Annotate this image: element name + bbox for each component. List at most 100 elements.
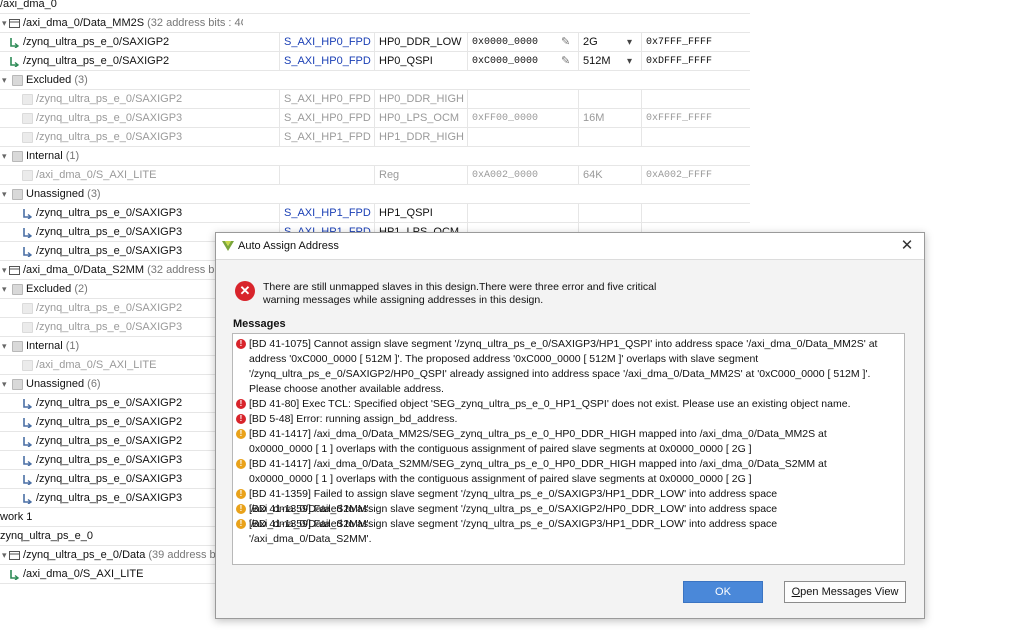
segment-name-text: Internal — [26, 150, 63, 162]
close-icon[interactable]: ✕ — [896, 233, 918, 259]
segment-row[interactable]: /zynq_ultra_ps_e_0/SAXIGP2 S_AXI_HP0_FPD H… — [0, 33, 750, 52]
excluded-row[interactable]: /zynq_ultra_ps_e_0/SAXIGP2 S_AXI_HP0_FPD H… — [0, 90, 750, 109]
folder-icon — [12, 284, 23, 295]
network-header[interactable]: /axi_dma_0 — [0, 0, 750, 14]
high-address-cell[interactable]: 0x7FFF_FFFF — [641, 33, 750, 52]
high-address-cell — [641, 128, 750, 147]
excluded-segment-icon — [22, 322, 33, 333]
unmapped-segment-icon — [22, 455, 33, 467]
excluded-row[interactable]: /zynq_ultra_ps_e_0/SAXIGP3 S_AXI_HP0_FPD H… — [0, 109, 750, 128]
segment-name-text: work 1 — [0, 511, 33, 523]
unmapped-segment-icon — [22, 436, 33, 448]
unmapped-segment-icon — [23, 418, 33, 429]
excluded-group[interactable]: ▾ Excluded (3) — [0, 71, 750, 90]
mapped-segment-icon — [10, 38, 20, 49]
unmapped-segment-icon — [22, 474, 33, 486]
dialog-title: Auto Assign Address — [238, 240, 339, 252]
expand-toggle-icon[interactable]: ▾ — [2, 280, 12, 299]
segment-name-text: /zynq_ultra_ps_e_0/SAXIGP3 — [36, 207, 183, 219]
message-item[interactable]: ! [BD 41-1075] Cannot assign slave segmen… — [236, 337, 889, 397]
mapped-segment-icon — [10, 57, 20, 68]
slave-interface-cell[interactable]: S_AXI_HP0_FPD — [279, 52, 374, 71]
message-item[interactable]: ! [BD 41-1359] Failed to assign slave seg… — [236, 517, 889, 547]
messages-list[interactable]: ! [BD 41-1075] Cannot assign slave segmen… — [232, 333, 905, 565]
segment-name: /zynq_ultra_ps_e_0/Data (39 address bits… — [23, 546, 243, 565]
segment-name-text: Internal — [26, 340, 63, 352]
segment-name-text: /zynq_ultra_ps_e_0/SAXIGP2 — [36, 302, 183, 314]
segment-name: /axi_dma_0 — [0, 0, 279, 14]
base-name-cell[interactable]: HP0_QSPI — [374, 52, 467, 71]
segment-name-text: /zynq_ultra_ps_e_0/SAXIGP3 — [36, 245, 183, 257]
edit-pencil-icon[interactable]: ✎ — [561, 52, 570, 71]
segment-name: /zynq_ultra_ps_e_0/SAXIGP3 — [36, 128, 279, 147]
folder-icon — [12, 75, 23, 86]
segment-name-text: /zynq_ultra_ps_e_0/SAXIGP2 — [36, 397, 183, 409]
message-text: [BD 41-1417] /axi_dma_0/Data_MM2S/SEG_zy… — [249, 428, 827, 455]
segment-name-text: /axi_dma_0/S_AXI_LITE — [23, 568, 144, 580]
expand-toggle-icon[interactable]: ▾ — [2, 185, 12, 204]
segment-name: /axi_dma_0/Data_S2MM (32 address bits : … — [23, 261, 243, 280]
error-icon: ! — [236, 414, 246, 424]
expand-toggle-icon[interactable]: ▾ — [2, 375, 12, 394]
base-name-cell: HP1_QSPI — [374, 204, 467, 223]
slave-interface-cell: S_AXI_HP0_FPD — [279, 90, 374, 109]
ok-button[interactable]: OK — [683, 581, 763, 603]
expand-toggle-icon[interactable]: ▾ — [2, 337, 12, 356]
segment-name: /zynq_ultra_ps_e_0/SAXIGP3 — [36, 109, 279, 128]
warning-icon: ! — [236, 489, 246, 499]
high-address-cell — [641, 204, 750, 223]
segment-name: /zynq_ultra_ps_e_0/SAXIGP2 — [36, 90, 279, 109]
segment-row[interactable]: /zynq_ultra_ps_e_0/SAXIGP2 S_AXI_HP0_FPD H… — [0, 52, 750, 71]
expand-toggle-icon[interactable]: ▾ — [2, 71, 12, 90]
unmapped-segment-icon — [22, 417, 33, 429]
slave-interface-cell[interactable]: S_AXI_HP0_FPD — [279, 33, 374, 52]
range-dropdown-icon[interactable]: ▾ — [627, 52, 632, 71]
open-messages-view-button[interactable]: Open Messages View — [784, 581, 906, 603]
base-name-cell[interactable]: HP0_DDR_LOW — [374, 33, 467, 52]
item-count: (2) — [71, 283, 88, 295]
error-icon: ✕ — [235, 281, 255, 301]
message-item[interactable]: ! [BD 41-1417] /axi_dma_0/Data_MM2S/SEG_z… — [236, 427, 889, 457]
unassigned-row[interactable]: /zynq_ultra_ps_e_0/SAXIGP3 S_AXI_HP1_FPDH… — [0, 204, 750, 223]
segment-name-text: /zynq_ultra_ps_e_0/SAXIGP2 — [36, 416, 183, 428]
offset-address-cell — [467, 128, 578, 147]
mapped-segment-icon — [10, 570, 20, 581]
message-item[interactable]: ! [BD 41-1417] /axi_dma_0/Data_S2MM/SEG_z… — [236, 457, 889, 487]
excluded-row[interactable]: /zynq_ultra_ps_e_0/SAXIGP3 S_AXI_HP1_FPD H… — [0, 128, 750, 147]
message-text: [BD 41-80] Exec TCL: Specified object 'S… — [249, 398, 851, 410]
message-item[interactable]: ! [BD 5-48] Error: running assign_bd_addr… — [236, 412, 889, 427]
message-text: [BD 41-1359] Failed to assign slave segm… — [249, 518, 778, 545]
range-dropdown-icon[interactable]: ▾ — [627, 33, 632, 52]
high-address-cell[interactable]: 0xDFFF_FFFF — [641, 52, 750, 71]
address-space-icon — [9, 19, 20, 28]
segment-name-text: /zynq_ultra_ps_e_0/SAXIGP3 — [36, 112, 183, 124]
open-messages-label: pen Messages View — [800, 586, 899, 598]
segment-name-text: Unassigned — [26, 188, 85, 200]
excluded-segment-icon — [22, 170, 33, 181]
unassigned-group[interactable]: ▾ Unassigned (3) — [0, 185, 750, 204]
segment-name-text: Excluded — [26, 74, 72, 86]
segment-name-text: /zynq_ultra_ps_e_0/SAXIGP2 — [36, 435, 183, 447]
segment-name: Internal (1) — [26, 147, 246, 166]
folder-icon — [12, 151, 23, 162]
address-space-icon — [9, 551, 20, 560]
segment-name-text: /zynq_ultra_ps_e_0/SAXIGP2 — [23, 55, 170, 67]
internal-row[interactable]: /axi_dma_0/S_AXI_LITE Reg 0xA002_0000 64K 0x… — [0, 166, 750, 185]
segment-name-text: /zynq_ultra_ps_e_0/SAXIGP3 — [36, 131, 183, 143]
offset-address-cell: 0xFF00_0000 — [467, 109, 578, 128]
segment-group[interactable]: ▾/axi_dma_0/Data_MM2S (32 address bits :… — [0, 14, 750, 33]
segment-name: /zynq_ultra_ps_e_0/SAXIGP2 — [23, 33, 279, 52]
segment-name: Unassigned (3) — [26, 185, 246, 204]
excluded-segment-icon — [22, 113, 33, 124]
unmapped-segment-icon — [23, 456, 33, 467]
edit-pencil-icon[interactable]: ✎ — [561, 33, 570, 52]
internal-group[interactable]: ▾ Internal (1) — [0, 147, 750, 166]
message-item[interactable]: ! [BD 41-80] Exec TCL: Specified object '… — [236, 397, 889, 412]
high-address-cell: 0xFFFF_FFFF — [641, 109, 750, 128]
segment-name-text: /axi_dma_0/S_AXI_LITE — [36, 359, 157, 371]
expand-toggle-icon[interactable]: ▾ — [2, 147, 12, 166]
base-name-cell: HP0_DDR_HIGH — [374, 90, 467, 109]
error-icon: ! — [236, 399, 246, 409]
high-address-cell — [641, 90, 750, 109]
segment-name: /axi_dma_0/Data_MM2S (32 address bits : … — [23, 14, 243, 33]
